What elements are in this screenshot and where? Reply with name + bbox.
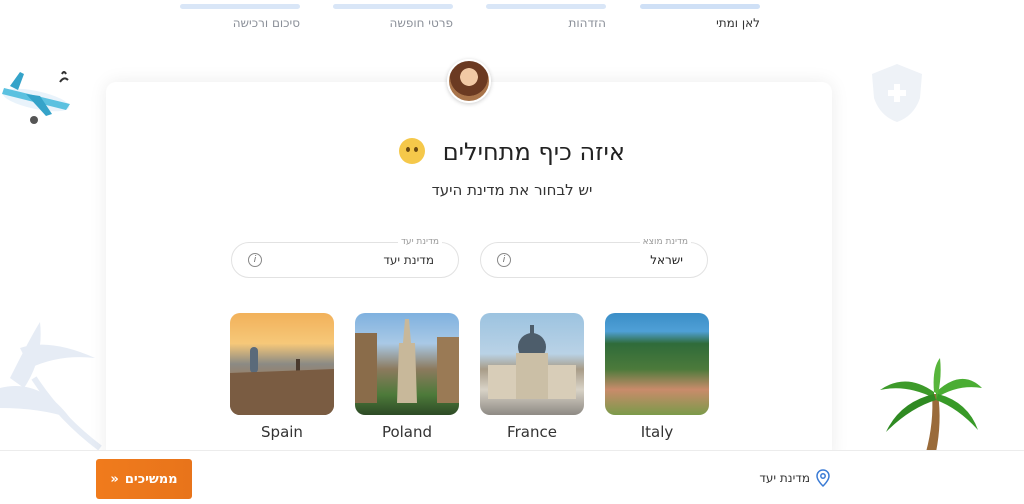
destination-name: Spain (261, 423, 303, 441)
destination-tile-spain[interactable]: Spain (230, 313, 334, 446)
step-bar (333, 4, 453, 9)
origin-country-field[interactable]: מדינת מוצא ישראל i (480, 237, 708, 278)
step-vacation-details[interactable]: פרטי חופשה (333, 4, 453, 30)
step-bar (486, 4, 606, 9)
progress-steps: לאן ומתי הזדהות פרטי חופשה סיכום ורכישה (0, 4, 1024, 44)
continue-button[interactable]: ממשיכים « (96, 459, 192, 499)
destination-tile-italy[interactable]: Italy (605, 313, 709, 446)
tower-building-icon (355, 319, 459, 403)
italy-image (605, 313, 709, 415)
step-label: סיכום ורכישה (232, 16, 300, 30)
airplane-icon (2, 71, 70, 124)
step-label: הזדהות (568, 16, 606, 30)
destination-country-field[interactable]: מדינת יעד מדינת יעד i (231, 237, 459, 278)
info-icon[interactable]: i (248, 253, 262, 267)
agent-avatar (447, 59, 491, 103)
cityscape-icon (230, 347, 334, 415)
step-identification[interactable]: הזדהות (486, 4, 606, 30)
poland-image (355, 313, 459, 415)
info-icon[interactable]: i (497, 253, 511, 267)
destination-field-value[interactable]: מדינת יעד (383, 253, 434, 267)
dome-building-icon (488, 325, 576, 399)
destination-name: Italy (640, 423, 674, 441)
page-subtitle: יש לבחור את מדינת היעד (431, 181, 593, 199)
shield-icon (872, 64, 922, 122)
palm-tree-icon (880, 358, 982, 452)
step-bar (640, 4, 760, 9)
step-summary-purchase[interactable]: סיכום ורכישה (180, 4, 300, 30)
bottom-bar: ממשיכים « מדינת יעד (0, 450, 1024, 504)
step-label: לאן ומתי (716, 16, 760, 30)
smiley-icon (399, 138, 426, 164)
selected-destination-summary: מדינת יעד (759, 469, 830, 487)
origin-field-value[interactable]: ישראל (650, 253, 683, 267)
location-pin-icon (816, 469, 830, 487)
destination-name: Poland (381, 423, 433, 441)
origin-field-label: מדינת מוצא (639, 237, 691, 247)
destination-field-label: מדינת יעד (398, 237, 442, 247)
france-image (480, 313, 584, 415)
double-chevron-left-icon: « (110, 471, 119, 487)
destination-summary-label: מדינת יעד (759, 471, 810, 485)
page-title: איזה כיף מתחילים (0, 138, 1024, 166)
continue-label: ממשיכים (124, 471, 178, 487)
destination-tile-poland[interactable]: Poland (355, 313, 459, 446)
title-text: איזה כיף מתחילים (442, 138, 625, 166)
destination-name: France (507, 423, 557, 441)
destination-tile-france[interactable]: France (480, 313, 584, 446)
palm-leaf-icon (0, 322, 102, 451)
step-bar (180, 4, 300, 9)
step-where-when[interactable]: לאן ומתי (640, 4, 760, 30)
spain-image (230, 313, 334, 415)
step-label: פרטי חופשה (389, 16, 454, 30)
